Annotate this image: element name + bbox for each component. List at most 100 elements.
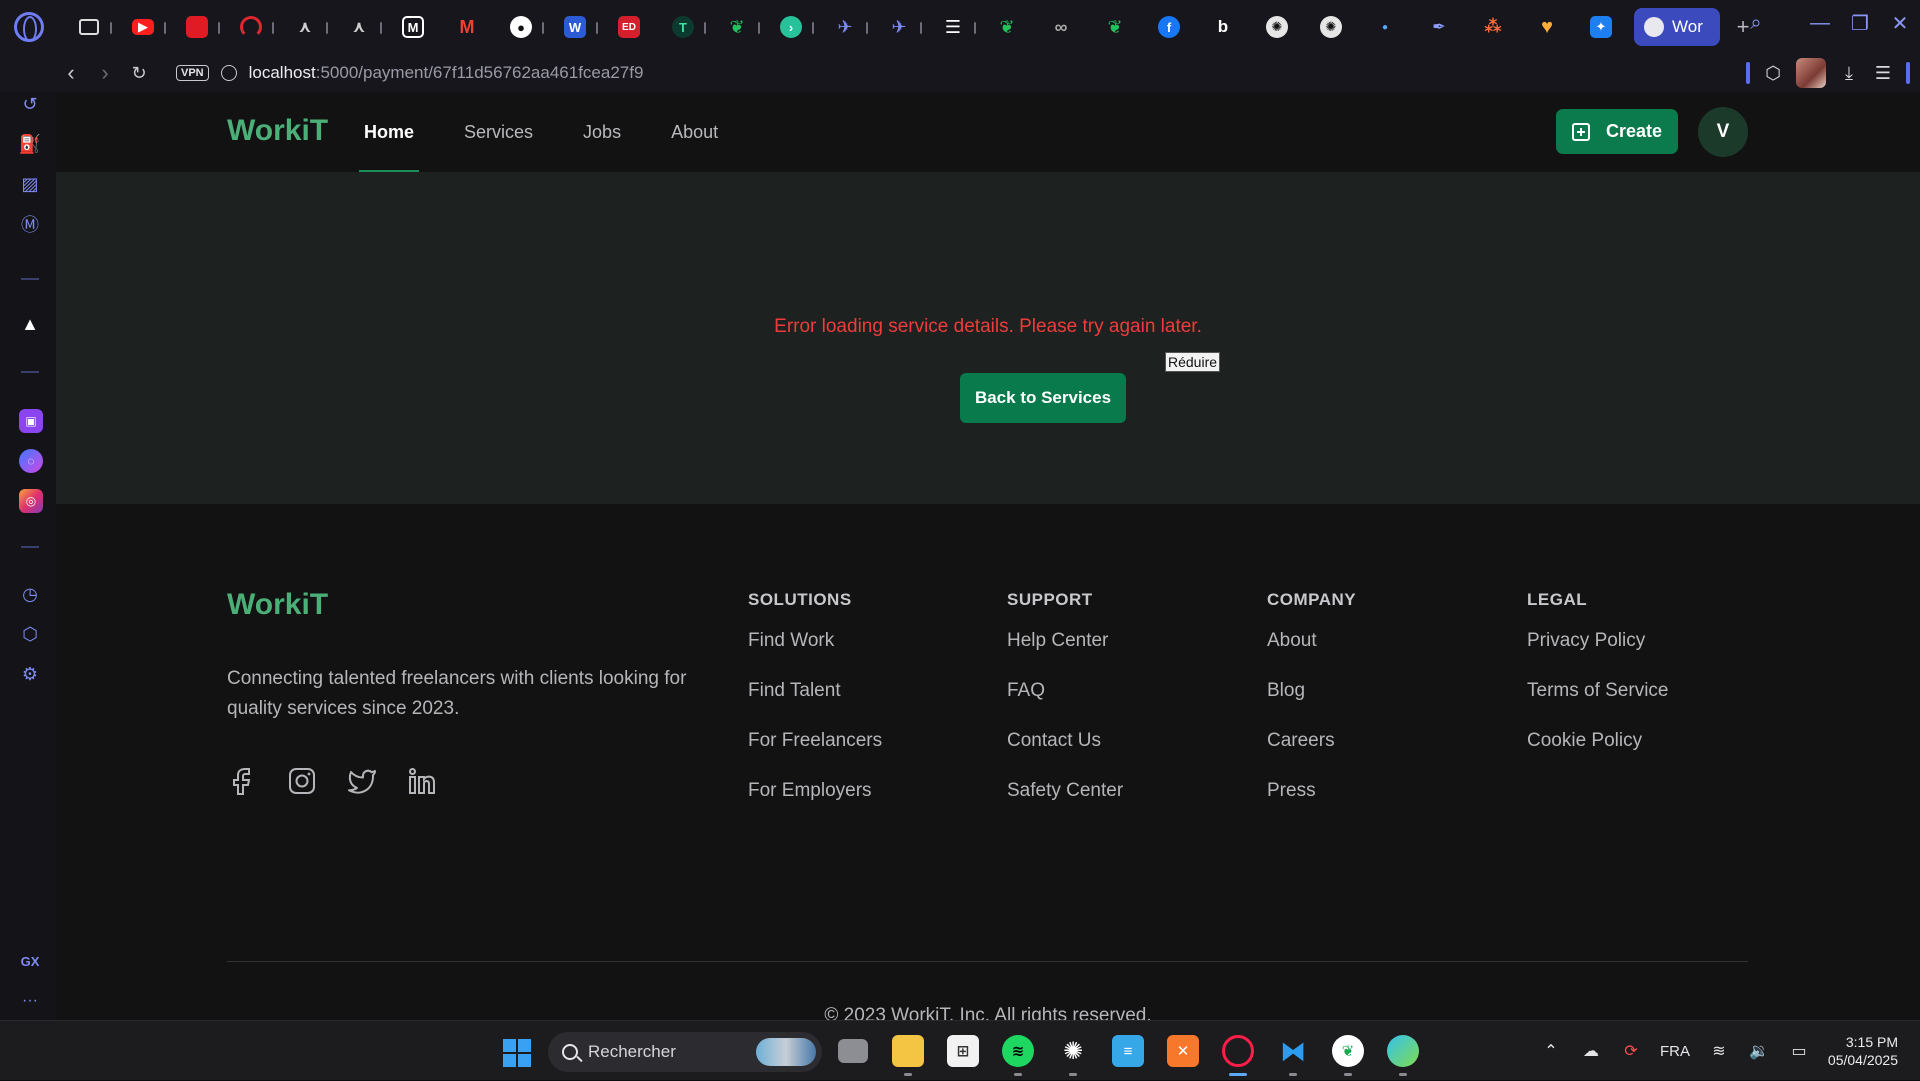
- tab-blue-2[interactable]: ✈: [872, 0, 926, 54]
- tab-tree-1[interactable]: ⋏: [278, 0, 332, 54]
- back-arrow-icon[interactable]: ‹: [54, 56, 88, 90]
- tab-app-t[interactable]: T: [656, 0, 710, 54]
- footer-link[interactable]: Cookie Policy: [1527, 727, 1668, 777]
- nav-services[interactable]: Services: [460, 92, 537, 172]
- nav-about[interactable]: About: [667, 92, 722, 172]
- spotify-icon[interactable]: ≋: [1002, 1035, 1034, 1067]
- mongodb-compass-icon[interactable]: ❦: [1332, 1035, 1364, 1067]
- chatgpt-icon[interactable]: ✺: [1057, 1035, 1089, 1067]
- opera-gx-icon[interactable]: [1222, 1035, 1254, 1067]
- footer-link[interactable]: Find Work: [748, 627, 882, 677]
- footer-link[interactable]: About: [1267, 627, 1356, 677]
- user-avatar[interactable]: V: [1698, 107, 1748, 157]
- tab-tree-2[interactable]: ⋏: [332, 0, 386, 54]
- more-options-icon[interactable]: ···: [15, 986, 45, 1016]
- tab-m-app[interactable]: M: [386, 0, 440, 54]
- maximize-icon[interactable]: ❐: [1840, 0, 1880, 46]
- tab-pen[interactable]: ✒: [1412, 0, 1466, 54]
- linkedin-icon[interactable]: [407, 766, 437, 796]
- clock-icon[interactable]: ◷: [15, 579, 45, 609]
- footer-link[interactable]: For Freelancers: [748, 727, 882, 777]
- tab-media-player[interactable]: [62, 0, 116, 54]
- file-explorer-icon[interactable]: [892, 1035, 924, 1067]
- nav-jobs[interactable]: Jobs: [579, 92, 625, 172]
- tab-youtube[interactable]: ▶: [116, 0, 170, 54]
- tab-mongo-1[interactable]: ❦: [710, 0, 764, 54]
- taskbar-search[interactable]: Rechercher: [548, 1032, 822, 1072]
- notepad-icon[interactable]: ≡: [1112, 1035, 1144, 1067]
- volume-icon[interactable]: 🔉: [1748, 1040, 1770, 1062]
- language-indicator[interactable]: FRA: [1660, 1043, 1690, 1060]
- tab-mongo-3[interactable]: ❦: [1088, 0, 1142, 54]
- reload-icon[interactable]: ↻: [122, 56, 156, 90]
- wifi-icon[interactable]: ≋: [1708, 1040, 1730, 1062]
- tab-play[interactable]: ›: [764, 0, 818, 54]
- cube-icon[interactable]: ⬡: [15, 619, 45, 649]
- tab-app-red[interactable]: [170, 0, 224, 54]
- cloud-offline-icon[interactable]: ☁: [1580, 1040, 1602, 1062]
- download-icon[interactable]: ⤓: [1838, 62, 1860, 84]
- tab-speed[interactable]: [224, 0, 278, 54]
- tab-postman[interactable]: ⁂: [1466, 0, 1520, 54]
- tab-infinity[interactable]: ∞: [1034, 0, 1088, 54]
- nav-home[interactable]: Home: [358, 92, 420, 172]
- tab-app-s[interactable]: ☰: [926, 0, 980, 54]
- tab-word[interactable]: W: [548, 0, 602, 54]
- instagram-icon[interactable]: [287, 766, 317, 796]
- messenger-icon[interactable]: ◌: [19, 449, 43, 473]
- battery-icon[interactable]: ▭: [1788, 1040, 1810, 1062]
- create-button[interactable]: Create: [1556, 109, 1678, 154]
- footer-link[interactable]: Safety Center: [1007, 777, 1123, 827]
- history-refresh-icon[interactable]: ↺: [15, 89, 45, 119]
- footer-link[interactable]: FAQ: [1007, 677, 1123, 727]
- footer-logo[interactable]: WorkiT: [227, 588, 328, 622]
- tab-gmail[interactable]: M: [440, 0, 494, 54]
- gx-cleaner-icon[interactable]: ▨: [15, 169, 45, 199]
- tab-blue-1[interactable]: ✈: [818, 0, 872, 54]
- taskbar-clock[interactable]: 3:15 PM 05/04/2025: [1828, 1033, 1898, 1069]
- footer-link[interactable]: Blog: [1267, 677, 1356, 727]
- aria-icon[interactable]: ▲: [15, 309, 45, 339]
- footer-link[interactable]: For Employers: [748, 777, 882, 827]
- gx-mods-icon[interactable]: Ⓜ: [15, 209, 45, 239]
- back-to-services-button[interactable]: Back to Services: [960, 373, 1126, 423]
- tab-behance[interactable]: b: [1196, 0, 1250, 54]
- settings-gear-icon[interactable]: ⚙: [15, 659, 45, 689]
- sync-icon[interactable]: ⟳: [1620, 1040, 1642, 1062]
- task-view-icon[interactable]: [838, 1039, 868, 1063]
- opera-menu-icon[interactable]: [14, 12, 44, 42]
- url-field[interactable]: localhost:5000/payment/67f11d56762aa461f…: [249, 63, 644, 83]
- extensions-cube-icon[interactable]: ⬡: [1762, 62, 1784, 84]
- forward-arrow-icon[interactable]: ›: [88, 56, 122, 90]
- site-logo[interactable]: WorkiT: [227, 114, 328, 148]
- close-icon[interactable]: ✕: [1880, 0, 1920, 46]
- tab-github[interactable]: ●: [494, 0, 548, 54]
- profile-avatar[interactable]: [1796, 58, 1826, 88]
- tab-dot[interactable]: ●: [1358, 0, 1412, 54]
- footer-link[interactable]: Contact Us: [1007, 727, 1123, 777]
- edge-icon[interactable]: [1387, 1035, 1419, 1067]
- facebook-icon[interactable]: [227, 766, 257, 796]
- tab-app-ed[interactable]: ED: [602, 0, 656, 54]
- twitch-icon[interactable]: ▣: [19, 409, 43, 433]
- gx-label[interactable]: GX: [15, 946, 45, 976]
- search-tabs-icon[interactable]: ⌕: [1736, 0, 1776, 46]
- footer-link[interactable]: Help Center: [1007, 627, 1123, 677]
- tab-bluesky[interactable]: ✦: [1574, 0, 1628, 54]
- windows-start-icon[interactable]: [503, 1039, 531, 1067]
- tab-mongo-2[interactable]: ❦: [980, 0, 1034, 54]
- vscode-icon[interactable]: ⧓: [1277, 1035, 1309, 1067]
- footer-link[interactable]: Find Talent: [748, 677, 882, 727]
- chevron-up-icon[interactable]: ⌃: [1540, 1040, 1562, 1062]
- footer-link[interactable]: Careers: [1267, 727, 1356, 777]
- tab-heart[interactable]: ♥: [1520, 0, 1574, 54]
- tab-active-workit[interactable]: Wor: [1634, 8, 1720, 46]
- twitter-icon[interactable]: [347, 766, 377, 796]
- tab-openai-1[interactable]: ✺: [1250, 0, 1304, 54]
- easy-setup-icon[interactable]: ☰: [1872, 62, 1894, 84]
- footer-link[interactable]: Terms of Service: [1527, 677, 1668, 727]
- tab-openai-2[interactable]: ✺: [1304, 0, 1358, 54]
- xampp-icon[interactable]: ✕: [1167, 1035, 1199, 1067]
- microsoft-store-icon[interactable]: ⊞: [947, 1035, 979, 1067]
- minimize-icon[interactable]: —: [1800, 0, 1840, 46]
